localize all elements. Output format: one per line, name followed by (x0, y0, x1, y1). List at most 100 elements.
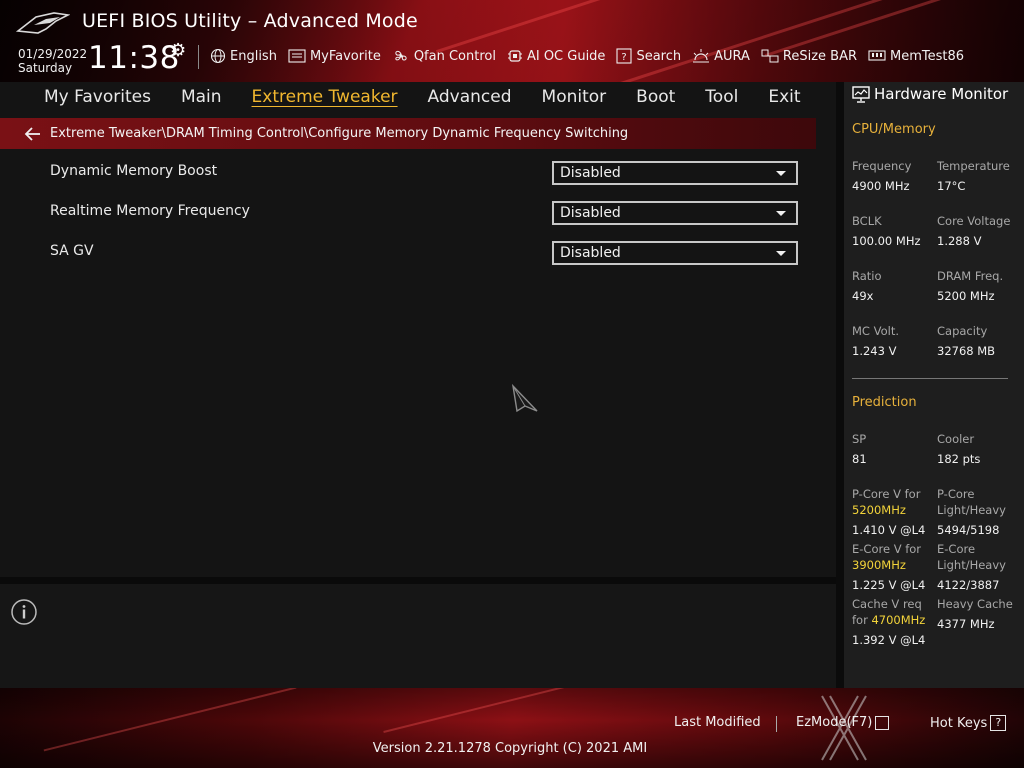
hw-frequency: Frequency 4900 MHz (852, 158, 936, 194)
aura-icon (693, 49, 710, 63)
hw-key: Heavy Cache (937, 597, 1013, 611)
hw-value: 100.00 MHz (852, 234, 921, 248)
back-arrow-icon[interactable] (24, 126, 42, 141)
main-nav: My Favorites Main Extreme Tweaker Advanc… (0, 82, 838, 112)
toolbar-resize-bar[interactable]: ReSize BAR (761, 48, 857, 64)
toolbar-myfavorite[interactable]: MyFavorite (288, 49, 381, 64)
dropdown-caret-icon (776, 171, 786, 176)
hw-key-line: for 4700MHz (852, 612, 936, 628)
toolbar-memtest[interactable]: MemTest86 (868, 49, 964, 64)
hw-key: Light/Heavy (937, 558, 1006, 572)
hw-key: Temperature (937, 159, 1010, 173)
hw-sp: SP 81 (852, 431, 936, 467)
header-decoration (606, 0, 894, 82)
tab-exit[interactable]: Exit (753, 87, 815, 107)
dropdown-caret-icon (776, 211, 786, 216)
globe-icon (210, 48, 226, 64)
hardware-monitor-panel: Hardware Monitor CPU/Memory Frequency 49… (844, 82, 1024, 688)
setting-row-sa-gv[interactable]: SA GV Disabled (0, 232, 836, 272)
sa-gv-select[interactable]: Disabled (552, 241, 798, 265)
hw-key: Core Voltage (937, 214, 1011, 228)
hw-key: E-Core V for (852, 542, 922, 556)
toolbar-qfan[interactable]: Qfan Control (392, 48, 496, 64)
hw-value: 17°C (937, 179, 966, 193)
toolbar-language[interactable]: English (210, 48, 277, 64)
tab-tool[interactable]: Tool (690, 87, 753, 107)
toolbar-myfavorite-label: MyFavorite (309, 48, 381, 64)
hw-value: 1.243 V (852, 344, 897, 358)
hw-ecore-light-heavy: E-Core Light/Heavy 4122/3887 (937, 541, 1021, 593)
realtime-memory-frequency-select[interactable]: Disabled (552, 201, 798, 225)
hardware-monitor-title: Hardware Monitor (852, 85, 1008, 103)
toolbar-ai-oc-guide[interactable]: AI OC Guide (507, 48, 605, 64)
select-value: Disabled (560, 165, 621, 181)
hw-value: 182 pts (937, 452, 981, 466)
chip-icon (507, 50, 522, 62)
ezmode-switch-icon (875, 715, 890, 730)
setting-label: Dynamic Memory Boost (50, 163, 218, 179)
tab-boot[interactable]: Boot (621, 87, 690, 107)
resize-bar-icon (761, 49, 779, 63)
hw-value: 5494/5198 (937, 523, 1000, 537)
hw-freq-highlight: 5200MHz (852, 503, 906, 517)
hw-capacity: Capacity 32768 MB (937, 323, 1021, 359)
toolbar-ai-oc-guide-label: AI OC Guide (526, 48, 606, 64)
monitor-icon (852, 85, 870, 103)
tab-extreme-tweaker[interactable]: Extreme Tweaker (237, 87, 413, 107)
select-value: Disabled (560, 245, 621, 261)
help-panel (0, 584, 836, 688)
tab-my-favorites[interactable]: My Favorites (0, 87, 166, 107)
hw-freq-highlight: 4700MHz (871, 613, 926, 627)
dropdown-caret-icon (776, 251, 786, 256)
toolbar-aura[interactable]: AURA (692, 48, 750, 64)
hw-key: BCLK (852, 214, 882, 228)
favorite-icon (288, 49, 306, 63)
fan-icon (395, 50, 407, 61)
info-icon (11, 599, 37, 625)
setting-row-realtime-memory-frequency[interactable]: Realtime Memory Frequency Disabled (0, 192, 836, 232)
toolbar-memtest-label: MemTest86 (890, 48, 965, 64)
ezmode-button[interactable]: EzMode(F7) (796, 715, 890, 730)
toolbar-language-label: English (230, 48, 277, 64)
hw-key: P-Core V for (852, 487, 921, 501)
setting-label: SA GV (50, 243, 94, 259)
toolbar-qfan-label: Qfan Control (413, 48, 496, 64)
clock-settings-gear-icon[interactable]: ⚙ (170, 40, 186, 61)
dynamic-memory-boost-select[interactable]: Disabled (552, 161, 798, 185)
hw-value: 1.410 V @L4 (852, 523, 926, 537)
footer-decoration (383, 688, 617, 734)
hw-value: 1.288 V (937, 234, 982, 248)
toolbar-search[interactable]: ? Search (616, 48, 681, 64)
toolbar-aura-label: AURA (714, 48, 750, 64)
hw-key: Cooler (937, 432, 975, 446)
hw-bclk: BCLK 100.00 MHz (852, 213, 936, 249)
memory-icon (868, 50, 886, 61)
hw-key: SP (852, 432, 867, 446)
setting-label: Realtime Memory Frequency (50, 203, 250, 219)
hw-key: for (852, 613, 868, 627)
setting-row-dynamic-memory-boost[interactable]: Dynamic Memory Boost Disabled (0, 152, 836, 192)
tab-monitor[interactable]: Monitor (527, 87, 622, 107)
day-text: Saturday (18, 61, 73, 75)
hw-key: Light/Heavy (937, 503, 1006, 517)
last-modified-button[interactable]: Last Modified (674, 715, 761, 730)
date-text: 01/29/2022 (18, 47, 88, 61)
breadcrumb-path: Extreme Tweaker\DRAM Timing Control\Conf… (50, 126, 629, 141)
tab-main[interactable]: Main (166, 87, 237, 107)
hw-pcore-light-heavy: P-Core Light/Heavy 5494/5198 (937, 486, 1021, 538)
hw-key: DRAM Freq. (937, 269, 1004, 283)
hw-value: 81 (852, 452, 867, 466)
footer: Last Modified EzMode(F7) Hot Keys ? Vers… (0, 688, 1024, 768)
clock[interactable]: 11:38 (88, 40, 180, 76)
hw-value: 4122/3887 (937, 578, 1000, 592)
hotkeys-button[interactable]: Hot Keys ? (930, 715, 1007, 731)
date-display: 01/29/2022 Saturday (18, 47, 87, 75)
footer-divider (776, 716, 777, 732)
hotkeys-label: Hot Keys (930, 715, 988, 731)
hw-value: 5200 MHz (937, 289, 995, 303)
hw-freq-highlight: 3900MHz (852, 558, 906, 572)
hw-key: Ratio (852, 269, 882, 283)
hw-value: 32768 MB (937, 344, 996, 358)
tab-advanced[interactable]: Advanced (413, 87, 527, 107)
toolbar-search-label: Search (636, 48, 682, 64)
